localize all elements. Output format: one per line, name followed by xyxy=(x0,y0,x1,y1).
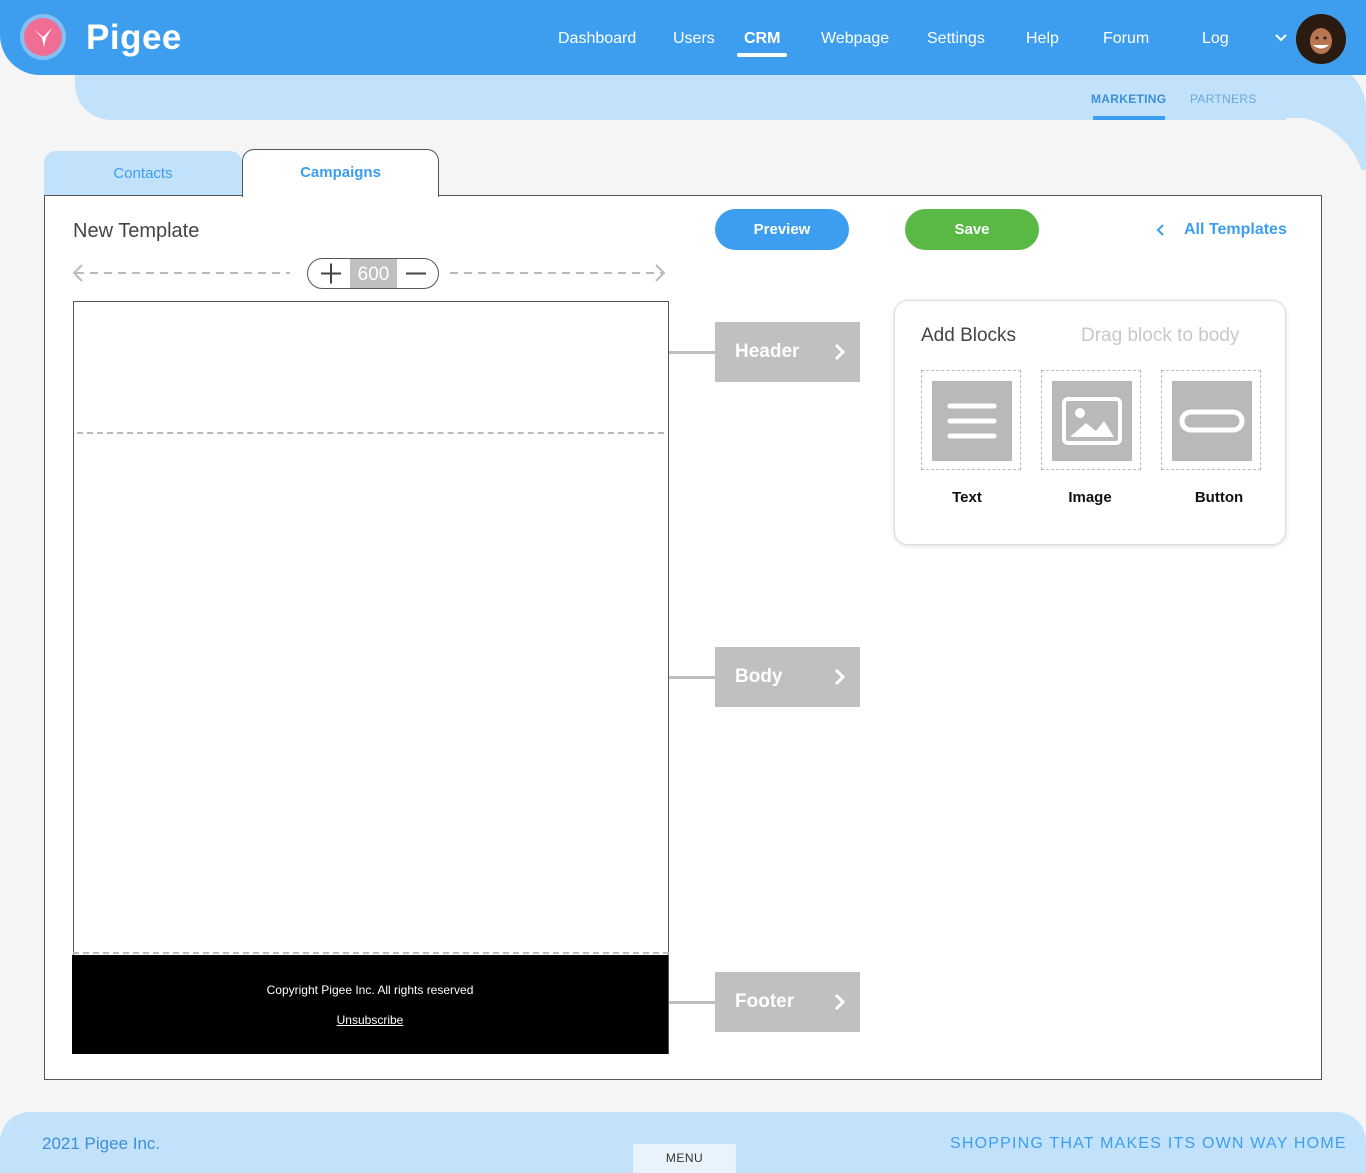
tab-contacts[interactable]: Contacts xyxy=(44,151,242,196)
image-block-tile[interactable] xyxy=(1041,370,1141,470)
nav-item-forum[interactable]: Forum xyxy=(1103,30,1149,48)
footer-copyright-text: 2021 Pigee Inc. xyxy=(42,1134,161,1153)
button-block-tile[interactable] xyxy=(1161,370,1261,470)
nav-item-users[interactable]: Users xyxy=(673,30,715,48)
text-block-label: Text xyxy=(952,489,982,506)
email-footer-preview[interactable]: Copyright Pigee Inc. All rights reserved… xyxy=(72,955,668,1054)
image-icon xyxy=(1062,397,1122,445)
user-avatar[interactable] xyxy=(1296,14,1346,64)
subnav-marketing[interactable]: MARKETING xyxy=(1091,92,1166,106)
header-connector xyxy=(669,351,715,354)
footer-connector xyxy=(669,1001,715,1004)
footer-section-button[interactable]: Footer xyxy=(715,972,860,1032)
add-blocks-hint: Drag block to body xyxy=(1081,325,1240,346)
all-templates-link[interactable]: All Templates xyxy=(1184,221,1287,239)
chevron-right-icon xyxy=(834,668,846,686)
subnav-band-tail xyxy=(1286,118,1366,170)
body-connector xyxy=(669,676,715,679)
header-section-label: Header xyxy=(735,341,800,362)
brand-name[interactable]: Pigee xyxy=(86,18,182,58)
body-section-button[interactable]: Body xyxy=(715,647,860,707)
subnav-active-indicator xyxy=(1093,116,1165,120)
header-divider xyxy=(77,432,664,434)
menu-button[interactable]: MENU xyxy=(633,1144,736,1173)
subnav-partners[interactable]: PARTNERS xyxy=(1190,92,1257,106)
chevron-down-icon[interactable] xyxy=(1275,32,1287,44)
unsubscribe-link[interactable]: Unsubscribe xyxy=(72,1013,668,1027)
nav-item-dashboard[interactable]: Dashboard xyxy=(558,30,636,48)
plus-icon[interactable] xyxy=(308,259,350,288)
chevron-left-icon[interactable] xyxy=(1156,224,1166,236)
width-stepper: 600 xyxy=(307,258,439,289)
header-section-button[interactable]: Header xyxy=(715,322,860,382)
preview-button[interactable]: Preview xyxy=(715,209,849,250)
text-lines-icon xyxy=(947,403,997,439)
nav-item-crm[interactable]: CRM xyxy=(744,30,780,48)
nav-item-settings[interactable]: Settings xyxy=(927,30,985,48)
footer-section-label: Footer xyxy=(735,991,795,1012)
text-block-tile[interactable] xyxy=(921,370,1021,470)
minus-icon[interactable] xyxy=(397,259,439,288)
width-value[interactable]: 600 xyxy=(350,259,397,288)
nav-item-log[interactable]: Log xyxy=(1202,30,1229,48)
nav-active-indicator xyxy=(737,53,787,57)
image-block-label: Image xyxy=(1068,489,1112,506)
footer-copyright: Copyright Pigee Inc. All rights reserved xyxy=(266,983,474,997)
add-blocks-title: Add Blocks xyxy=(921,325,1017,346)
tab-campaigns[interactable]: Campaigns xyxy=(242,149,439,197)
pigee-logo-icon[interactable] xyxy=(20,14,66,60)
nav-item-help[interactable]: Help xyxy=(1026,30,1059,48)
save-button[interactable]: Save xyxy=(905,209,1039,250)
body-section-label: Body xyxy=(735,666,783,687)
nav-item-webpage[interactable]: Webpage xyxy=(821,30,889,48)
chevron-right-icon xyxy=(834,993,846,1011)
footer-divider xyxy=(73,952,669,954)
footer-tagline: SHOPPING THAT MAKES ITS OWN WAY HOME xyxy=(950,1135,1347,1152)
button-icon xyxy=(1179,409,1245,433)
chevron-right-icon xyxy=(834,343,846,361)
button-block-label: Button xyxy=(1194,489,1244,506)
email-canvas[interactable] xyxy=(73,301,669,1054)
page-title: New Template xyxy=(73,220,200,242)
